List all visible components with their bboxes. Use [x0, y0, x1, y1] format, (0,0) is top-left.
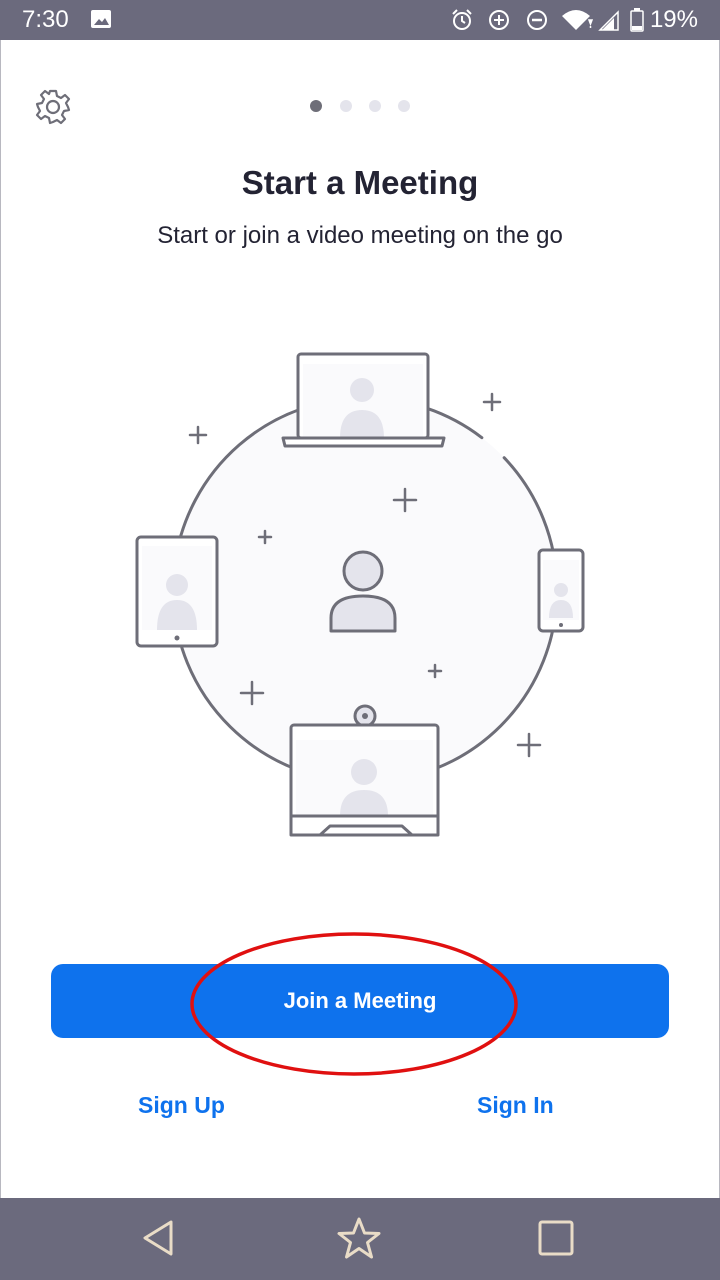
gear-icon — [35, 89, 71, 125]
battery-icon — [630, 8, 644, 37]
sign-up-link[interactable]: Sign Up — [138, 1092, 225, 1119]
laptop-graphic — [281, 352, 446, 448]
join-meeting-button[interactable]: Join a Meeting — [51, 964, 669, 1038]
home-star-icon — [337, 1217, 381, 1259]
data-saver-icon — [487, 8, 511, 37]
wifi-icon — [560, 8, 594, 37]
phone-graphic — [537, 548, 585, 633]
battery-percentage: 19% — [649, 6, 698, 33]
settings-button[interactable] — [34, 88, 72, 126]
cell-signal-icon — [598, 8, 622, 37]
page-title: Start a Meeting — [241, 164, 479, 201]
page-dot-4[interactable] — [398, 100, 410, 112]
sign-in-link[interactable]: Sign In — [477, 1092, 554, 1119]
room-display-graphic — [289, 704, 440, 837]
back-icon — [143, 1220, 173, 1256]
navigation-bar — [0, 1198, 720, 1280]
page-dot-2[interactable] — [340, 100, 352, 112]
image-icon — [90, 8, 112, 35]
page-dot-3[interactable] — [369, 100, 381, 112]
recents-icon — [538, 1220, 574, 1256]
back-button[interactable] — [135, 1216, 183, 1262]
page-dot-1[interactable] — [310, 100, 322, 112]
meeting-illustration — [135, 352, 585, 837]
recents-button[interactable] — [532, 1216, 580, 1262]
page-indicator — [308, 100, 412, 112]
tablet-graphic — [135, 535, 219, 648]
status-time: 7:30 — [22, 6, 69, 33]
home-button[interactable] — [335, 1216, 383, 1262]
status-bar: 7:30 19% — [0, 0, 720, 40]
do-not-disturb-icon — [525, 8, 549, 37]
page-subtitle: Start or join a video meeting on the go — [157, 222, 563, 249]
alarm-icon — [450, 8, 474, 37]
